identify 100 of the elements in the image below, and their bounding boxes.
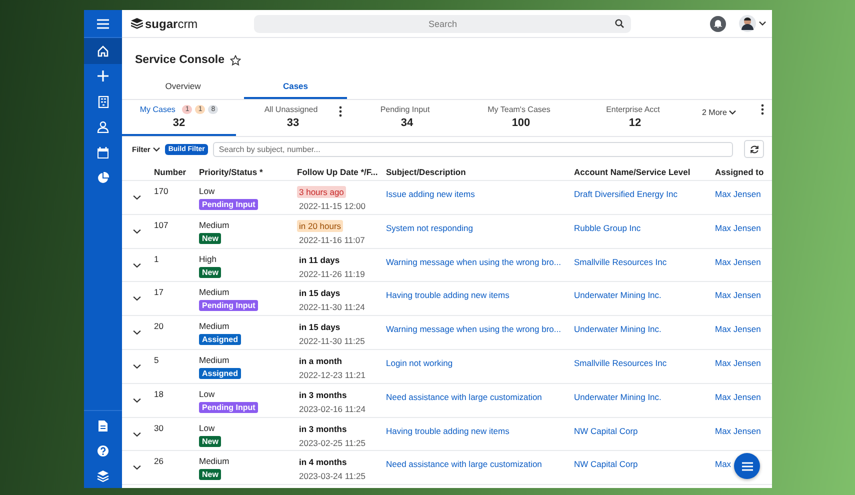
case-count: 32	[172, 117, 186, 129]
tab[interactable]: Overview	[134, 76, 232, 99]
pie-chart-icon	[97, 172, 109, 184]
status-badge: New	[199, 232, 222, 244]
status-badge: Pending Input	[199, 300, 258, 312]
follow-up-date: 2022-11-15 12:00	[298, 201, 366, 211]
column-header[interactable]: Number	[154, 166, 199, 176]
calendar-icon	[97, 146, 109, 159]
subject-link[interactable]: Warning message when using the wrong bro...	[386, 324, 574, 334]
subject-link[interactable]: System not responding	[386, 222, 574, 233]
account-link[interactable]: Underwater Mining Inc.	[574, 290, 715, 300]
column-header[interactable]: Assigned to	[715, 166, 772, 176]
column-header[interactable]: Priority/Status *	[199, 166, 297, 176]
assignee-link[interactable]: Max Jensen	[715, 189, 772, 199]
logo-icon	[131, 18, 143, 29]
column-header[interactable]: Subject/Description	[386, 166, 574, 176]
due-label: 3 hours ago	[297, 186, 346, 198]
account-link[interactable]: Smallville Resources Inc	[574, 358, 715, 368]
case-number: 30	[154, 422, 164, 433]
person-icon	[97, 121, 109, 134]
subject-link[interactable]: Need assistance with large customization	[386, 459, 574, 470]
follow-up-date: 2023-02-25 11:25	[298, 438, 366, 448]
account-link[interactable]: Draft Diversified Energy Inc	[574, 189, 715, 199]
case-count: 34	[400, 117, 414, 129]
follow-up-date: 2022-12-23 11:21	[298, 370, 366, 380]
expand-chevron-icon[interactable]	[133, 262, 141, 268]
follow-up-date: 2022-11-26 11:19	[298, 268, 365, 279]
expand-chevron-icon[interactable]	[133, 364, 141, 369]
subject-link[interactable]: Issue adding new items	[386, 189, 574, 199]
bell-icon	[714, 19, 722, 28]
assignee-link[interactable]: Max Jensen	[715, 324, 772, 334]
tab-label: My Cases	[140, 105, 176, 114]
due-label: in a month	[298, 354, 343, 367]
case-number: 5	[154, 354, 160, 365]
account-link[interactable]: Underwater Mining Inc.	[574, 392, 715, 402]
search-field[interactable]: Search by subject, number...	[212, 142, 733, 156]
expand-chevron-icon[interactable]	[133, 465, 141, 470]
case-number: 20	[154, 321, 164, 332]
priority-text: High	[199, 254, 216, 264]
subject-link[interactable]: Warning message when using the wrong bro...	[386, 256, 574, 267]
subject-link[interactable]: Having trouble adding new items	[386, 290, 574, 300]
status-badge: Pending Input	[199, 402, 258, 413]
star-icon[interactable]	[230, 54, 242, 66]
assignee-link[interactable]: Max Jensen	[715, 358, 772, 368]
expand-chevron-icon[interactable]	[133, 330, 141, 336]
actions-button[interactable]	[734, 453, 760, 479]
list-tab[interactable]: All Unassigned 33	[236, 100, 350, 136]
subject-link[interactable]: Having trouble adding new items	[386, 426, 574, 436]
column-header[interactable]: Account Name/Service Level	[574, 166, 715, 176]
layers-icon	[97, 470, 109, 482]
expand-chevron-icon[interactable]	[133, 228, 141, 234]
status-badge: New	[199, 469, 222, 480]
subject-link[interactable]: Login not working	[386, 358, 574, 368]
follow-up-date: 2022-11-30 11:25	[298, 336, 365, 346]
assignee-link[interactable]: Max Jensen	[715, 290, 772, 300]
status-badge: Assigned	[199, 368, 242, 379]
expand-chevron-icon[interactable]	[133, 398, 141, 403]
assignee-link[interactable]: Max Jensen	[715, 426, 772, 436]
assignee-link[interactable]: Max Jensen	[715, 222, 772, 233]
chevron-down-icon	[759, 21, 766, 26]
list-tab[interactable]: Enterprise Acct 12	[578, 100, 692, 136]
more-options-icon[interactable]	[761, 104, 764, 115]
more-tabs-button[interactable]: 2 More	[702, 105, 736, 119]
account-link[interactable]: Rubble Group Inc	[574, 222, 715, 233]
column-header[interactable]: Follow Up Date */F...	[297, 166, 386, 176]
tab-label: Enterprise Acct	[606, 105, 660, 114]
expand-chevron-icon[interactable]	[133, 432, 141, 437]
notifications-button[interactable]	[710, 16, 726, 32]
expand-chevron-icon[interactable]	[133, 195, 141, 200]
case-count: 12	[628, 117, 642, 129]
tab[interactable]: Cases	[244, 76, 347, 99]
subject-link[interactable]: Need assistance with large customization	[386, 392, 574, 402]
account-link[interactable]: NW Capital Corp	[574, 426, 715, 436]
more-options-icon[interactable]	[339, 106, 342, 117]
status-badge: Pending Input	[199, 199, 258, 210]
expand-chevron-icon[interactable]	[133, 296, 141, 302]
list-tab[interactable]: My Team's Cases 100	[464, 100, 578, 136]
tab-label: All Unassigned	[264, 105, 318, 114]
priority-text: Low	[199, 186, 215, 196]
priority-text: Medium	[199, 321, 230, 332]
assignee-link[interactable]: Max Jensen	[715, 256, 772, 267]
refresh-button[interactable]	[744, 140, 764, 158]
chevron-down-icon	[728, 110, 736, 114]
account-link[interactable]: Underwater Mining Inc.	[574, 324, 715, 334]
list-tab[interactable]: Pending Input 34	[350, 100, 464, 136]
search-icon	[615, 19, 624, 28]
logo-text: sugarcrm	[145, 16, 198, 30]
priority-text: Medium	[199, 456, 230, 466]
avatar-icon	[739, 15, 756, 32]
search-field[interactable]: Search	[254, 14, 632, 32]
follow-up-date: 2023-03-24 11:25	[298, 471, 366, 482]
plus-icon	[97, 70, 109, 82]
follow-up-date: 2022-11-16 11:07	[298, 234, 365, 245]
sidebar-item[interactable]	[84, 38, 122, 64]
account-link[interactable]: Smallville Resources Inc	[574, 256, 715, 267]
document-icon	[98, 420, 108, 432]
account-link[interactable]: NW Capital Corp	[574, 459, 715, 470]
assignee-link[interactable]: Max Jensen	[715, 392, 772, 402]
due-label: in 3 months	[298, 422, 348, 435]
user-menu[interactable]	[739, 15, 766, 32]
